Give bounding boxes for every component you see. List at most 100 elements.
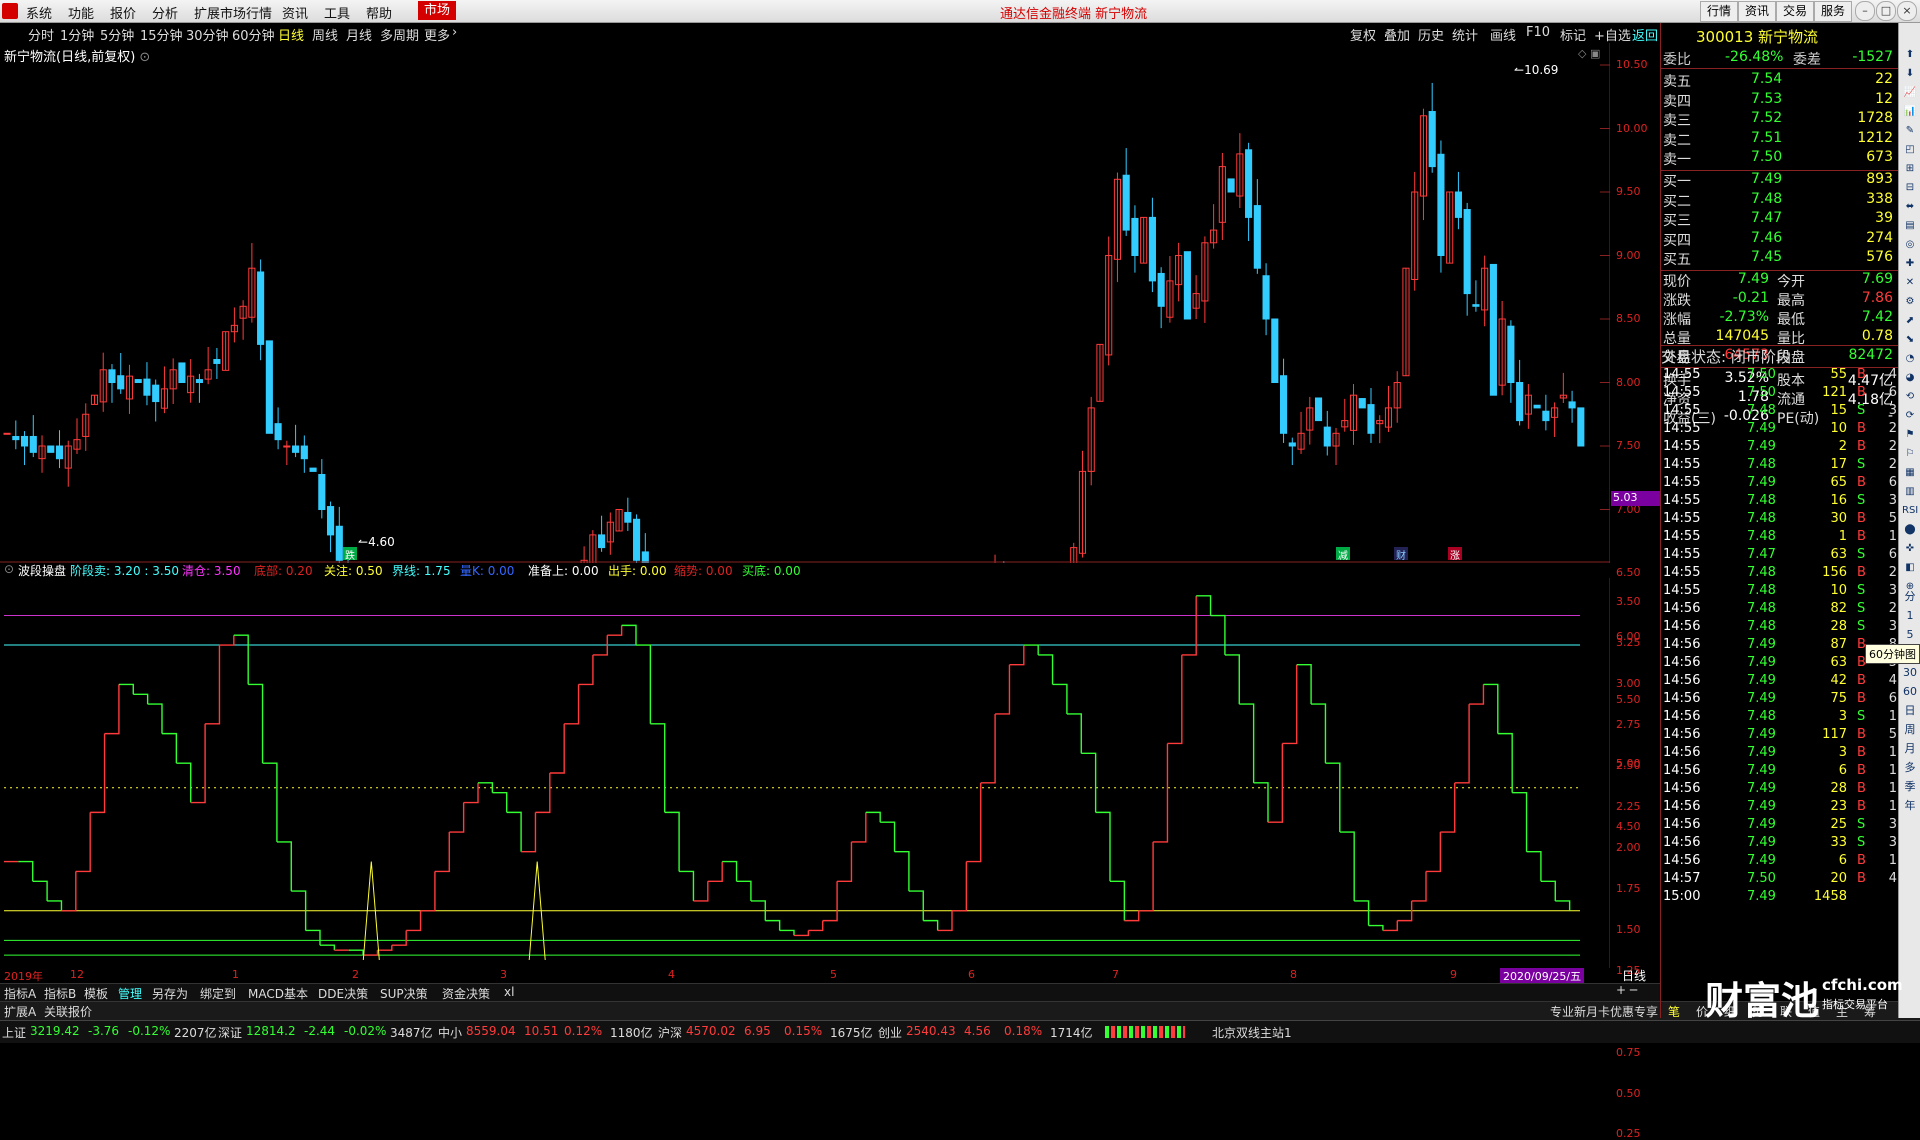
- period-5min[interactable]: 5分钟: [100, 25, 134, 44]
- indicator-tab[interactable]: DDE决策: [318, 985, 368, 1002]
- top-button-info[interactable]: 资讯: [1738, 1, 1777, 22]
- indicator-tab[interactable]: 管理: [118, 985, 142, 1002]
- indicator-tab[interactable]: 另存为: [152, 985, 188, 1002]
- period-1min[interactable]: 1分钟: [60, 25, 94, 44]
- toolbar-icon[interactable]: ⟳: [1902, 408, 1918, 424]
- toolbar-icon[interactable]: ⊟: [1902, 180, 1918, 196]
- toolbar-icon[interactable]: 📊: [1902, 104, 1918, 120]
- toolbar-icon[interactable]: ◕: [1902, 370, 1918, 386]
- toolbar-icon[interactable]: ⚙: [1902, 294, 1918, 310]
- period-shortcut[interactable]: 30: [1902, 665, 1918, 681]
- period-daily[interactable]: 日线: [278, 25, 304, 44]
- server-status[interactable]: 北京双线主站1: [1212, 1024, 1292, 1041]
- period-60min[interactable]: 60分钟: [232, 25, 275, 44]
- top-button-trade[interactable]: 交易: [1776, 1, 1815, 22]
- menu-item-tools[interactable]: 工具: [324, 3, 350, 22]
- top-button-quote[interactable]: 行情: [1700, 1, 1739, 22]
- period-shortcut[interactable]: 季: [1902, 779, 1918, 795]
- period-more[interactable]: 更多: [424, 25, 450, 44]
- period-shortcut[interactable]: 5: [1902, 627, 1918, 643]
- tool-f10[interactable]: F10: [1526, 25, 1550, 40]
- period-shortcut[interactable]: 60: [1902, 684, 1918, 700]
- tab-extend-a[interactable]: 扩展A: [4, 1003, 36, 1020]
- indicator-tab[interactable]: xl: [504, 985, 514, 999]
- toolbar-icon[interactable]: ▤: [1902, 218, 1918, 234]
- period-shortcut[interactable]: 周: [1902, 722, 1918, 738]
- toolbar-icon[interactable]: ✜: [1902, 541, 1918, 557]
- toolbar-icon[interactable]: ▦: [1902, 465, 1918, 481]
- index-name[interactable]: 沪深: [658, 1024, 682, 1041]
- tool-history[interactable]: 历史: [1418, 25, 1444, 44]
- period-shortcut[interactable]: 日: [1902, 703, 1918, 719]
- toolbar-icon[interactable]: 📈: [1902, 85, 1918, 101]
- period-shortcut[interactable]: 多: [1902, 760, 1918, 776]
- indicator-tab[interactable]: 绑定到: [200, 985, 236, 1002]
- period-shortcut[interactable]: 月: [1902, 741, 1918, 757]
- toolbar-icon[interactable]: ▥: [1902, 484, 1918, 500]
- chart-corner-icons[interactable]: ◇ ▣: [1578, 47, 1600, 60]
- toolbar-icon[interactable]: ⟲: [1902, 389, 1918, 405]
- event-marker-die[interactable]: 跌: [343, 547, 357, 562]
- toolbar-icon[interactable]: ✎: [1902, 123, 1918, 139]
- indicator-name[interactable]: 波段操盘: [18, 562, 66, 579]
- toolbar-icon[interactable]: ⬤: [1902, 522, 1918, 538]
- menu-item-ext-market[interactable]: 扩展市场行情: [194, 3, 272, 22]
- menu-item-analysis[interactable]: 分析: [152, 3, 178, 22]
- period-shortcut[interactable]: 年: [1902, 798, 1918, 814]
- index-name[interactable]: 创业: [878, 1024, 902, 1041]
- tool-draw[interactable]: 画线: [1490, 25, 1516, 44]
- toolbar-icon[interactable]: ⬈: [1902, 313, 1918, 329]
- tool-back[interactable]: 返回: [1632, 25, 1658, 44]
- indicator-tab[interactable]: 模板: [84, 985, 108, 1002]
- toolbar-icon[interactable]: ✚: [1902, 256, 1918, 272]
- menu-item-info[interactable]: 资讯: [282, 3, 308, 22]
- toolbar-icon[interactable]: ⊞: [1902, 161, 1918, 177]
- candlestick-chart[interactable]: [0, 43, 1610, 563]
- index-name[interactable]: 上证: [2, 1024, 26, 1041]
- menu-item-help[interactable]: 帮助: [366, 3, 392, 22]
- indicator-tab[interactable]: 指标B: [44, 985, 76, 1002]
- toolbar-icon[interactable]: ◎: [1902, 237, 1918, 253]
- period-multi[interactable]: 多周期: [380, 25, 419, 44]
- toolbar-icon[interactable]: ⬌: [1902, 199, 1918, 215]
- menu-item-quote[interactable]: 报价: [110, 3, 136, 22]
- toolbar-icon[interactable]: ⚐: [1902, 446, 1918, 462]
- period-shortcut[interactable]: 1: [1902, 608, 1918, 624]
- menu-item-market[interactable]: 市场: [418, 1, 457, 20]
- event-marker-jian[interactable]: 减: [1336, 547, 1350, 562]
- index-name[interactable]: 中小: [438, 1024, 462, 1041]
- indicator-settings-icon[interactable]: ⊙: [4, 562, 14, 576]
- toolbar-icon[interactable]: ⬊: [1902, 332, 1918, 348]
- period-30min[interactable]: 30分钟: [186, 25, 229, 44]
- event-marker-zhang[interactable]: 涨: [1448, 547, 1462, 562]
- toolbar-icon[interactable]: ◧: [1902, 560, 1918, 576]
- chevron-right-icon[interactable]: ›: [452, 25, 457, 40]
- toolbar-icon[interactable]: ⚑: [1902, 427, 1918, 443]
- menu-item-system[interactable]: 系统: [26, 3, 52, 22]
- indicator-tab[interactable]: 资金决策: [442, 985, 490, 1002]
- minimize-icon[interactable]: –: [1855, 1, 1875, 21]
- indicator-tab[interactable]: SUP决策: [380, 985, 428, 1002]
- index-name[interactable]: 深证: [218, 1024, 242, 1041]
- top-button-service[interactable]: 服务: [1814, 1, 1853, 22]
- indicator-tab[interactable]: MACD基本: [248, 985, 308, 1002]
- period-shortcut[interactable]: 分: [1902, 589, 1918, 605]
- period-weekly[interactable]: 周线: [312, 25, 338, 44]
- event-marker-cai[interactable]: 财: [1394, 547, 1408, 562]
- menu-item-function[interactable]: 功能: [68, 3, 94, 22]
- promo-text[interactable]: 专业新月卡优惠专享: [1550, 1003, 1658, 1020]
- tool-fuquan[interactable]: 复权: [1350, 25, 1376, 44]
- period-fenshi[interactable]: 分时: [28, 25, 54, 44]
- zoom-controls[interactable]: + ─: [1616, 983, 1637, 997]
- indicator-tab[interactable]: 指标A: [4, 985, 36, 1002]
- tool-mark[interactable]: 标记: [1560, 25, 1586, 44]
- tool-add-watchlist[interactable]: +自选: [1594, 25, 1631, 44]
- period-monthly[interactable]: 月线: [346, 25, 372, 44]
- tab-related-quote[interactable]: 关联报价: [44, 1003, 92, 1020]
- toolbar-icon[interactable]: ⬇: [1902, 66, 1918, 82]
- toolbar-icon[interactable]: RSI: [1902, 503, 1918, 519]
- close-icon[interactable]: ×: [1897, 1, 1917, 21]
- toolbar-icon[interactable]: ⬆: [1902, 47, 1918, 63]
- tool-overlay[interactable]: 叠加: [1384, 25, 1410, 44]
- period-15min[interactable]: 15分钟: [140, 25, 183, 44]
